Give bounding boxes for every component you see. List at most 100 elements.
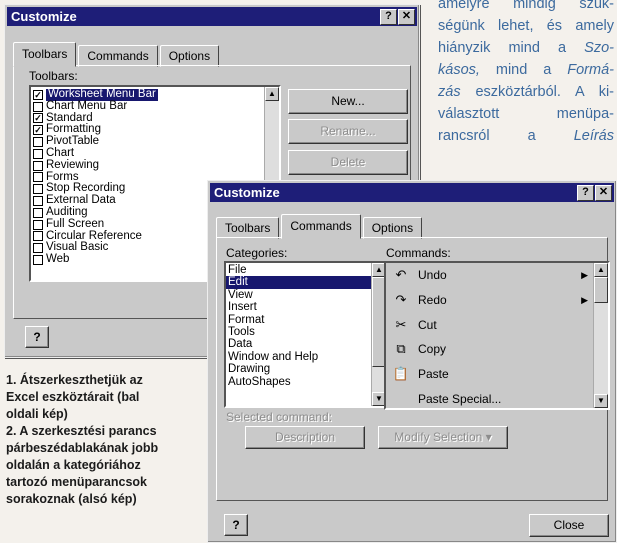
toolbars-label: Toolbars: bbox=[29, 69, 78, 83]
article-text: amelyre mindig szük- ségünk lehet, és am… bbox=[438, 0, 614, 147]
command-item[interactable]: ↶ Undo ▶ bbox=[386, 263, 608, 288]
toolbar-label: Auditing bbox=[46, 205, 88, 218]
toolbar-list-item[interactable]: Chart bbox=[31, 147, 279, 160]
tab-commands[interactable]: Commands bbox=[281, 214, 361, 239]
article-line: hiányzik mind a Szo- bbox=[438, 40, 614, 56]
close-title-button[interactable]: ✕ bbox=[398, 9, 415, 25]
caption-line: párbeszédablakának jobb bbox=[6, 441, 159, 455]
help-button[interactable]: ? bbox=[25, 326, 49, 348]
tab-toolbars[interactable]: Toolbars bbox=[216, 217, 280, 239]
caption-line: oldali kép) bbox=[6, 407, 68, 421]
toolbar-checkbox[interactable] bbox=[33, 219, 43, 230]
commands-listbox[interactable]: ↶ Undo ▶ ↷ Redo ▶ ✂ Cut ⧉ Copy 📋 Paste Paste Special… bbox=[384, 261, 610, 410]
toolbar-label: Full Screen bbox=[46, 217, 105, 230]
categories-listbox[interactable]: File Edit View Insert Format Tools Data Window … bbox=[224, 261, 388, 408]
close-title-button[interactable]: ✕ bbox=[595, 185, 612, 201]
command-item[interactable]: ⧉ Copy bbox=[386, 337, 608, 362]
category-item[interactable]: Data bbox=[226, 338, 372, 350]
commands-scrollbar[interactable]: ▲ ▼ bbox=[593, 263, 608, 408]
dialog-title: Customize bbox=[11, 9, 77, 24]
command-label: Undo bbox=[418, 268, 447, 283]
scroll-up-button[interactable]: ▲ bbox=[265, 87, 279, 101]
article-line: zás eszköztárból. A ki- bbox=[438, 84, 614, 100]
toolbar-checkbox[interactable] bbox=[33, 101, 43, 112]
toolbar-label: Reviewing bbox=[46, 158, 100, 171]
paste-icon: 📋 bbox=[392, 366, 410, 382]
customize-dialog-commands: Customize ? ✕ Toolbars Commands Options … bbox=[207, 180, 617, 543]
description-button[interactable]: Description bbox=[245, 426, 365, 449]
dialog-titlebar[interactable]: Customize ? ✕ bbox=[210, 183, 614, 202]
toolbar-checkbox[interactable] bbox=[33, 172, 43, 183]
command-item[interactable]: ✂ Cut bbox=[386, 312, 608, 337]
toolbar-checkbox[interactable] bbox=[33, 207, 43, 218]
tab-options[interactable]: Options bbox=[159, 45, 220, 67]
modify-selection-button[interactable]: Modify Selection ▾ bbox=[378, 426, 508, 449]
category-item[interactable]: Edit bbox=[226, 276, 372, 289]
category-item[interactable]: File bbox=[226, 264, 372, 276]
tab-strip: Toolbars Commands Options bbox=[216, 214, 424, 239]
tab-toolbars[interactable]: Toolbars bbox=[13, 42, 77, 67]
redo-icon: ↷ bbox=[395, 292, 407, 308]
new-toolbar-button[interactable]: New... bbox=[288, 89, 408, 114]
caption-line: Excel eszköztárait (bal bbox=[6, 390, 140, 404]
close-button[interactable]: Close bbox=[529, 514, 609, 537]
help-title-button[interactable]: ? bbox=[380, 9, 397, 25]
caption-line: oldalán a kategóriához bbox=[6, 458, 141, 472]
toolbar-label: Web bbox=[46, 253, 70, 266]
command-label: Paste bbox=[418, 367, 449, 382]
category-item[interactable]: View bbox=[226, 289, 372, 301]
dialog-titlebar[interactable]: Customize ? ✕ bbox=[7, 7, 417, 26]
article-line: ségünk lehet, és amely bbox=[438, 18, 614, 34]
commands-label: Commands: bbox=[386, 246, 451, 260]
undo-icon: ↶ bbox=[395, 267, 407, 283]
caption-line: 2. A szerkesztési parancs bbox=[6, 424, 157, 438]
rename-toolbar-button[interactable]: Rename... bbox=[288, 119, 408, 144]
scroll-up-button[interactable]: ▲ bbox=[594, 263, 608, 277]
category-item[interactable]: AutoShapes bbox=[226, 376, 372, 388]
scroll-thumb[interactable] bbox=[594, 277, 608, 303]
figure-caption: 1. Átszerkeszthetjük az Excel eszköztára… bbox=[6, 372, 203, 508]
help-button[interactable]: ? bbox=[224, 514, 248, 536]
caption-line: 1. Átszerkeszthetjük az bbox=[6, 373, 143, 387]
tab-options[interactable]: Options bbox=[362, 217, 423, 239]
toolbar-label: Chart Menu Bar bbox=[46, 99, 128, 112]
scroll-down-button[interactable]: ▼ bbox=[594, 394, 608, 408]
cut-icon: ✂ bbox=[395, 316, 407, 332]
toolbar-checkbox[interactable] bbox=[33, 196, 43, 207]
toolbar-checkbox[interactable] bbox=[33, 160, 43, 171]
toolbar-checkbox[interactable] bbox=[33, 243, 43, 254]
command-label: Cut bbox=[418, 317, 437, 332]
submenu-arrow-icon: ▶ bbox=[581, 269, 588, 280]
toolbar-checkbox[interactable]: ✓ bbox=[33, 125, 43, 136]
command-label: Copy bbox=[418, 342, 447, 357]
copy-icon: ⧉ bbox=[396, 341, 406, 357]
command-label: Redo bbox=[418, 293, 447, 308]
tab-commands[interactable]: Commands bbox=[78, 45, 158, 67]
command-item[interactable]: Paste Special... bbox=[386, 386, 608, 408]
category-item[interactable]: Drawing bbox=[226, 363, 372, 375]
toolbar-checkbox[interactable] bbox=[33, 255, 43, 266]
caption-line: tartozó menüparancsok bbox=[6, 475, 148, 489]
toolbar-list-item[interactable]: Reviewing bbox=[31, 158, 279, 172]
caption-line: sorakoznak (alsó kép) bbox=[6, 492, 137, 506]
command-item[interactable]: 📋 Paste bbox=[386, 362, 608, 387]
toolbar-checkbox[interactable]: ✓ bbox=[33, 89, 43, 100]
command-label: Paste Special... bbox=[418, 391, 502, 406]
article-line: választott menüpa- bbox=[438, 106, 614, 122]
toolbar-checkbox[interactable] bbox=[33, 184, 43, 195]
delete-toolbar-button[interactable]: Delete bbox=[288, 150, 408, 175]
category-item[interactable]: Format bbox=[226, 314, 372, 326]
article-line: kásos, mind a Formá- bbox=[438, 62, 614, 78]
dialog-title: Customize bbox=[214, 185, 280, 200]
toolbar-checkbox[interactable] bbox=[33, 137, 43, 148]
help-title-button[interactable]: ? bbox=[577, 185, 594, 201]
toolbar-checkbox[interactable] bbox=[33, 148, 43, 159]
command-item[interactable]: ↷ Redo ▶ bbox=[386, 288, 608, 313]
category-item[interactable]: Insert bbox=[226, 301, 372, 313]
category-item[interactable]: Tools bbox=[226, 326, 372, 338]
submenu-arrow-icon: ▶ bbox=[581, 294, 588, 305]
toolbar-checkbox[interactable] bbox=[33, 231, 43, 242]
toolbar-checkbox[interactable]: ✓ bbox=[33, 113, 43, 124]
category-item[interactable]: Window and Help bbox=[226, 351, 372, 363]
toolbar-list-item[interactable]: Chart Menu Bar bbox=[31, 99, 279, 113]
